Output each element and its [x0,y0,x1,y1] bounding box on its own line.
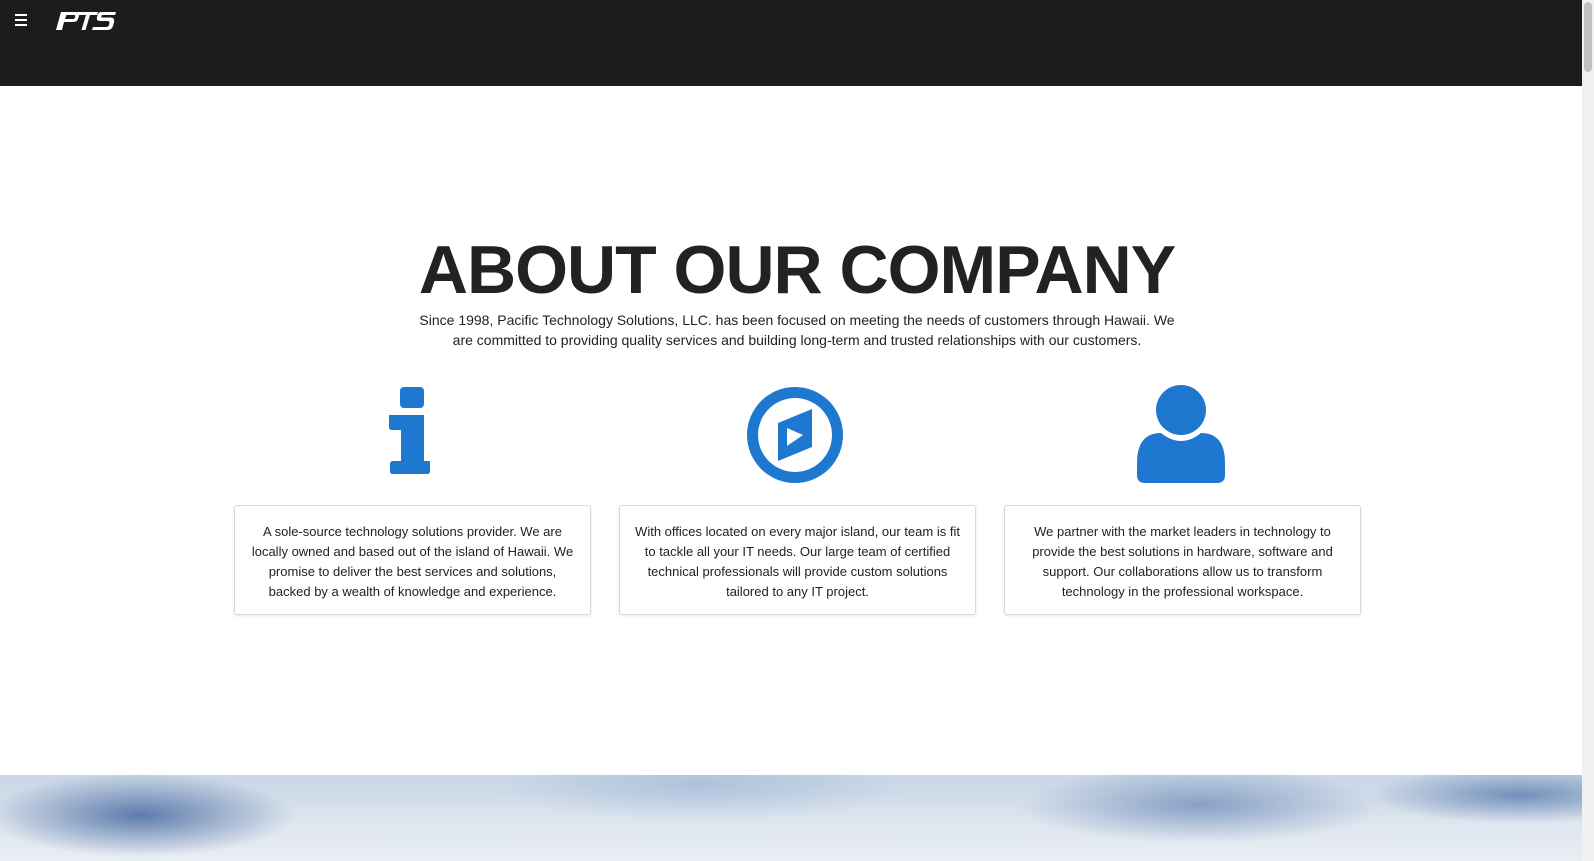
hamburger-menu-icon[interactable] [15,12,31,28]
feature-card-text: With offices located on every major isla… [635,524,960,599]
page-scrollbar[interactable] [1582,0,1594,861]
user-icon [1137,385,1225,483]
feature-card-text: We partner with the market leaders in te… [1032,524,1333,599]
feature-card-1: A sole-source technology solutions provi… [234,505,591,615]
page: ABOUT OUR COMPANY Since 1998, Pacific Te… [0,0,1594,861]
info-icon [389,387,430,474]
page-title: ABOUT OUR COMPANY [418,232,1176,308]
play-circle-icon [747,387,843,483]
pts-logo[interactable] [54,10,118,32]
feature-card-3: We partner with the market leaders in te… [1004,505,1361,615]
sky-banner-image [0,775,1594,861]
about-intro-text: Since 1998, Pacific Technology Solutions… [419,312,1175,348]
scrollbar-thumb[interactable] [1584,2,1592,72]
top-header [0,0,1594,86]
feature-card-2: With offices located on every major isla… [619,505,976,615]
feature-card-text: A sole-source technology solutions provi… [251,524,574,599]
